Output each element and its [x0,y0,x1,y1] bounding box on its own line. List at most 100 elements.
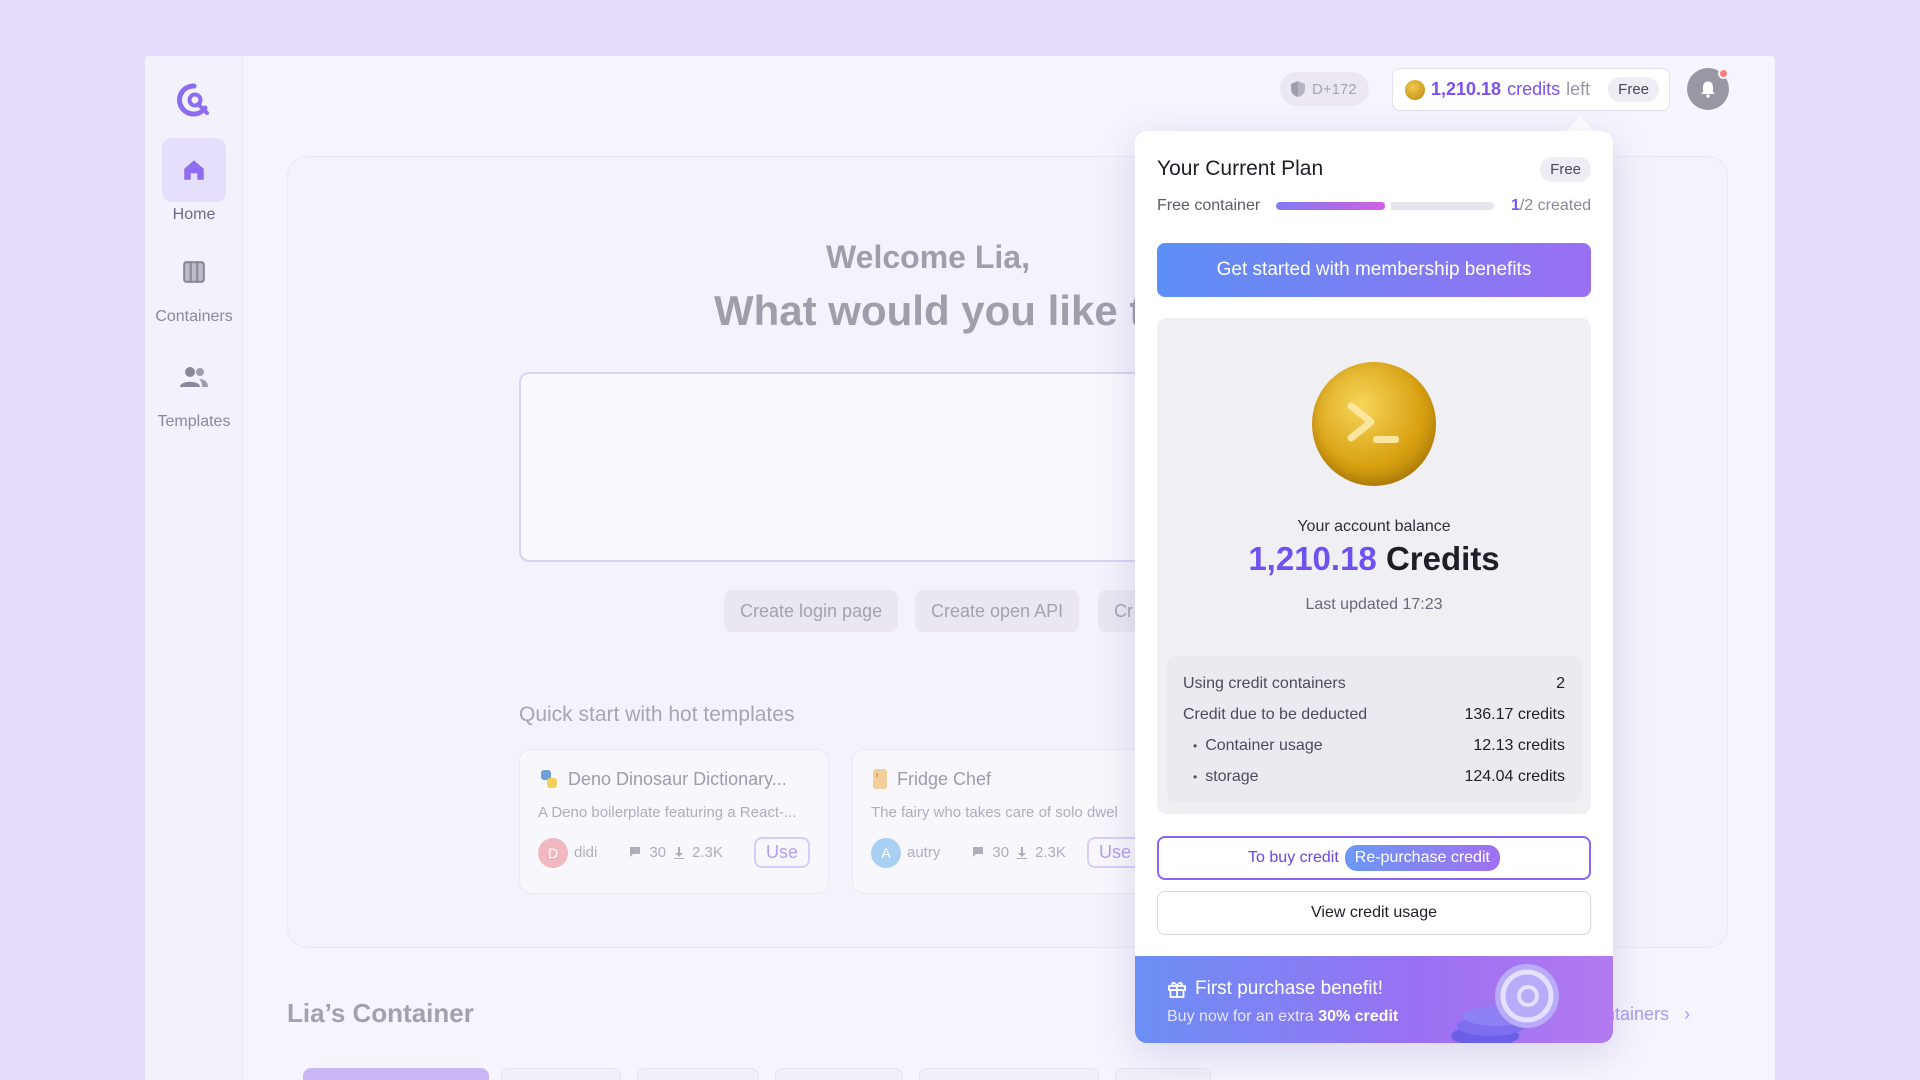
columns-icon [183,261,205,283]
credits-unit: credits [1507,79,1561,99]
credits-amount: 1,210.18 [1431,79,1502,99]
plan-popover: Your Current Plan Free Free container 1/… [1135,131,1613,1043]
detail-label: Container usage [1183,737,1322,755]
sidebar-item-label: Containers [155,308,233,325]
template-card[interactable]: Fridge Chef The fairy who takes care of … [852,749,1162,894]
sidebar-item-home[interactable]: Home [145,138,243,224]
detail-value: 136.17 credits [1464,705,1565,723]
detail-row: Container usage 12.13 credits [1183,730,1565,761]
promo-subtitle: Buy now for an extra 30% credit [1167,1008,1398,1026]
sidebar-item-containers[interactable]: Containers [145,240,243,326]
bell-icon [1701,81,1715,98]
section-title: Lia’s Container [287,998,474,1028]
page-title: What would you like t [714,287,1144,334]
balance-amount: 1,210.18 Credits [1157,540,1591,578]
promo-prefix: Buy now for an extra [1167,1008,1319,1025]
template-author: autry [907,844,941,861]
promo-title-row: First purchase benefit! [1167,978,1383,1000]
first-purchase-banner[interactable]: First purchase benefit! Buy now for an e… [1135,956,1613,1043]
container-usage-row: Free container 1/2 created [1157,197,1591,215]
chevron-right-icon: › [1684,1004,1691,1024]
buy-credit-label: To buy credit [1248,849,1339,866]
avatar: A [871,837,901,868]
detail-row: Using credit containers 2 [1183,668,1565,699]
sidebar: Home Containers Templates [145,56,243,1080]
progress-gap [1385,202,1392,210]
quick-start-title: Quick start with hot templates [519,703,795,726]
see-all-label: ntainers [1605,1004,1670,1024]
detail-value: 2 [1556,674,1565,692]
tab[interactable] [1115,1068,1211,1080]
suggestion-chip-api[interactable]: Create open API [915,590,1080,632]
comment-count: 30 [649,844,667,861]
prompt-input[interactable] [519,372,1219,562]
download-count: 2.3K [692,844,723,861]
created-suffix: /2 created [1519,197,1591,214]
template-description: A Deno boilerplate featuring a React-... [538,804,797,821]
detail-value: 12.13 credits [1473,736,1565,754]
balance-unit: Credits [1385,540,1500,577]
created-count: 1/2 created [1511,197,1591,215]
download-count: 2.3K [1035,844,1066,861]
gift-icon [1168,981,1186,998]
coins-stack-icon [1451,964,1559,1043]
balance-label: Your account balance [1297,518,1451,535]
plan-badge: Free [1540,157,1591,182]
repurchase-badge[interactable]: Re-purchase credit [1344,845,1500,871]
tab[interactable] [637,1068,759,1080]
promo-highlight: 30% credit [1318,1008,1399,1025]
detail-row: Credit due to be deducted 136.17 credits [1183,699,1565,730]
balance-number: 1,210.18 [1248,540,1377,577]
comment-icon [630,846,641,857]
credits-indicator[interactable]: 1,210.18 credits left Free [1392,68,1670,111]
comment-count: 30 [992,844,1010,861]
plan-badge: Free [1608,77,1659,102]
terminal-icon [1347,402,1399,443]
promo-title: First purchase benefit! [1195,978,1383,999]
tab[interactable] [501,1068,621,1080]
detail-label: storage [1183,768,1258,786]
security-badge-text: D+172 [1312,80,1357,98]
fridge-icon [873,769,887,789]
use-template-button[interactable]: Use [753,837,810,868]
home-icon [184,160,204,180]
tab[interactable] [775,1068,903,1080]
detail-row: storage 124.04 credits [1183,761,1565,792]
comment-icon [973,846,984,857]
detail-value: 124.04 credits [1464,767,1565,785]
sidebar-item-label: Templates [157,413,231,430]
app-logo[interactable] [176,82,212,118]
notification-dot [1718,68,1729,79]
container-progress-bar [1276,202,1495,210]
buy-credit-button[interactable]: To buy credit Re-purchase credit [1157,836,1591,880]
template-card[interactable]: Deno Dinosaur Dictionary... A Deno boile… [519,749,829,894]
security-badge[interactable]: D+172 [1280,72,1369,106]
download-icon [674,846,685,859]
python-icon [541,770,557,788]
template-title: Deno Dinosaur Dictionary... [568,768,787,789]
notifications-button[interactable] [1687,68,1729,110]
credits-suffix: left [1566,79,1591,99]
container-label: Free container [1157,197,1261,214]
tab-active[interactable] [303,1068,489,1080]
suggestion-chip-login[interactable]: Create login page [724,590,899,632]
template-description: The fairy who takes care of solo dwel [871,804,1118,821]
membership-cta-button[interactable]: Get started with membership benefits [1157,243,1591,297]
tab[interactable] [919,1068,1099,1080]
created-number: 1 [1510,197,1520,214]
users-icon [180,367,208,387]
progress-fill [1276,202,1386,210]
download-icon [1017,846,1028,859]
template-title: Fridge Chef [897,768,992,789]
popover-title: Your Current Plan [1157,157,1324,180]
coin-icon [1312,362,1436,486]
sidebar-item-templates[interactable]: Templates [145,345,243,431]
detail-label: Using credit containers [1183,674,1346,692]
avatar: D [538,837,568,868]
sidebar-item-label: Home [172,206,216,223]
detail-label: Credit due to be deducted [1183,705,1368,723]
balance-panel: Your account balance 1,210.18 Credits La… [1157,318,1591,814]
credit-details: Using credit containers 2 Credit due to … [1167,656,1581,802]
see-all-containers-link[interactable]: ntainers › [1605,1004,1690,1025]
view-credit-usage-button[interactable]: View credit usage [1157,891,1591,935]
